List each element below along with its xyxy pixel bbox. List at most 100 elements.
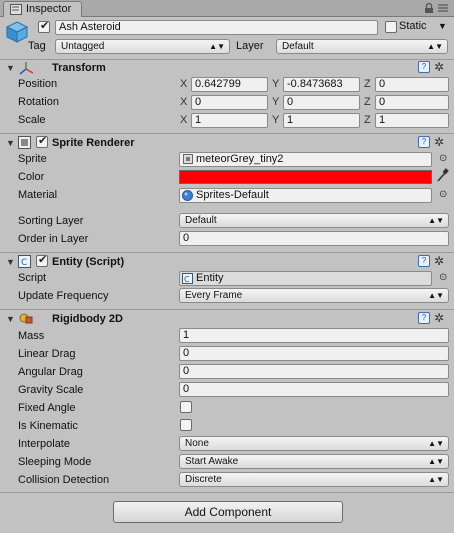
foldout-arrow-icon[interactable]: ▼	[6, 314, 15, 324]
eyedropper-icon[interactable]	[436, 168, 449, 183]
foldout-arrow-icon[interactable]: ▼	[6, 257, 15, 267]
color-label: Color	[18, 171, 45, 183]
sprite-label: Sprite	[18, 153, 47, 165]
chevron-down-icon: ▲▼	[428, 457, 444, 466]
order-in-layer-label: Order in Layer	[18, 233, 89, 245]
menu-icon[interactable]	[438, 4, 448, 13]
rotation-y-field[interactable]: 0	[283, 95, 360, 110]
mass-label: Mass	[18, 330, 45, 342]
static-checkbox[interactable]	[385, 21, 397, 33]
gear-icon[interactable]: ✲	[434, 312, 444, 324]
position-label: Position	[18, 78, 58, 90]
transform-title: Transform	[52, 62, 106, 74]
update-frequency-label: Update Frequency	[18, 290, 109, 302]
script-icon: C	[18, 255, 31, 268]
color-swatch[interactable]	[179, 170, 432, 184]
target-icon[interactable]: ⊙	[439, 272, 447, 283]
angular-drag-field[interactable]: 0	[179, 364, 449, 379]
foldout-arrow-icon[interactable]: ▼	[6, 63, 15, 73]
axis-x-label: X	[180, 78, 188, 90]
fixed-angle-label: Fixed Angle	[18, 402, 76, 414]
foldout-arrow-icon[interactable]: ▼	[6, 138, 15, 148]
layer-dropdown[interactable]: Default ▲▼	[276, 39, 448, 54]
position-y-field[interactable]: -0.8473683	[283, 77, 360, 92]
sorting-layer-label: Sorting Layer	[18, 215, 84, 227]
axis-x-label: X	[180, 114, 188, 126]
tag-dropdown[interactable]: Untagged ▲▼	[55, 39, 230, 54]
divider	[0, 492, 454, 493]
material-label: Material	[18, 189, 58, 201]
chevron-down-icon: ▲▼	[209, 42, 225, 51]
rigidbody-icon	[19, 313, 33, 324]
gear-icon[interactable]: ✲	[434, 255, 444, 267]
lock-icon[interactable]	[424, 3, 434, 14]
sorting-layer-value: Default	[185, 215, 217, 226]
add-component-button[interactable]: Add Component	[113, 501, 343, 523]
chevron-down-icon: ▲▼	[427, 42, 443, 51]
scale-x-field[interactable]: 1	[191, 113, 268, 128]
rotation-x-field[interactable]: 0	[191, 95, 268, 110]
help-icon[interactable]: ?	[418, 312, 430, 324]
is-kinematic-label: Is Kinematic	[18, 420, 78, 432]
sleeping-mode-dropdown[interactable]: Start Awake ▲▼	[179, 454, 449, 469]
entity-title: Entity (Script)	[52, 256, 125, 268]
chevron-down-icon: ▲▼	[428, 216, 444, 225]
help-icon[interactable]: ?	[418, 61, 430, 73]
tab-bar: Inspector	[0, 0, 454, 17]
update-frequency-dropdown[interactable]: Every Frame ▲▼	[179, 288, 449, 303]
entity-enabled-checkbox[interactable]	[36, 253, 48, 267]
axis-y-label: Y	[272, 114, 280, 126]
update-frequency-value: Every Frame	[185, 290, 243, 301]
axis-y-label: Y	[272, 78, 280, 90]
order-in-layer-field[interactable]: 0	[179, 231, 449, 246]
svg-text:C: C	[21, 258, 27, 268]
tag-label: Tag	[28, 40, 46, 52]
chevron-down-icon: ▲▼	[428, 439, 444, 448]
help-icon[interactable]: ?	[418, 255, 430, 267]
static-label: Static	[399, 20, 427, 32]
collision-detection-value: Discrete	[185, 474, 222, 485]
material-field[interactable]: Sprites-Default	[179, 188, 432, 203]
scale-y-field[interactable]: 1	[283, 113, 360, 128]
sprite-renderer-title: Sprite Renderer	[52, 137, 135, 149]
sleeping-mode-label: Sleeping Mode	[18, 456, 92, 468]
target-icon[interactable]: ⊙	[439, 153, 447, 164]
collision-detection-label: Collision Detection	[18, 474, 110, 486]
is-kinematic-checkbox[interactable]	[180, 419, 192, 431]
scale-label: Scale	[18, 114, 46, 126]
sleeping-mode-value: Start Awake	[185, 456, 239, 467]
gameobject-name-field[interactable]: Ash Asteroid	[55, 20, 378, 35]
gear-icon[interactable]: ✲	[434, 136, 444, 148]
tab-inspector[interactable]: Inspector	[3, 1, 82, 17]
scale-z-field[interactable]: 1	[375, 113, 449, 128]
rotation-label: Rotation	[18, 96, 59, 108]
gear-icon[interactable]: ✲	[434, 61, 444, 73]
axis-x-label: X	[180, 96, 188, 108]
interpolate-label: Interpolate	[18, 438, 70, 450]
target-icon[interactable]: ⊙	[439, 189, 447, 200]
chevron-down-icon: ▲▼	[428, 475, 444, 484]
interpolate-value: None	[185, 438, 209, 449]
script-value: Entity	[196, 272, 224, 284]
help-icon[interactable]: ?	[418, 136, 430, 148]
axis-z-label: Z	[364, 114, 371, 126]
sorting-layer-dropdown[interactable]: Default ▲▼	[179, 213, 449, 228]
collision-detection-dropdown[interactable]: Discrete ▲▼	[179, 472, 449, 487]
position-z-field[interactable]: 0	[375, 77, 449, 92]
sprite-field[interactable]: meteorGrey_tiny2	[179, 152, 432, 167]
layer-label: Layer	[236, 40, 264, 52]
angular-drag-label: Angular Drag	[18, 366, 83, 378]
gravity-scale-field[interactable]: 0	[179, 382, 449, 397]
static-dropdown-arrow[interactable]: ▼	[438, 21, 447, 31]
cube-icon	[5, 21, 29, 43]
linear-drag-label: Linear Drag	[18, 348, 76, 360]
mass-field[interactable]: 1	[179, 328, 449, 343]
sprite-renderer-enabled-checkbox[interactable]	[36, 134, 48, 148]
rotation-z-field[interactable]: 0	[375, 95, 449, 110]
position-x-field[interactable]: 0.642799	[191, 77, 268, 92]
sprite-renderer-icon	[18, 136, 31, 149]
fixed-angle-checkbox[interactable]	[180, 401, 192, 413]
gameobject-active-checkbox[interactable]	[38, 19, 50, 33]
linear-drag-field[interactable]: 0	[179, 346, 449, 361]
interpolate-dropdown[interactable]: None ▲▼	[179, 436, 449, 451]
